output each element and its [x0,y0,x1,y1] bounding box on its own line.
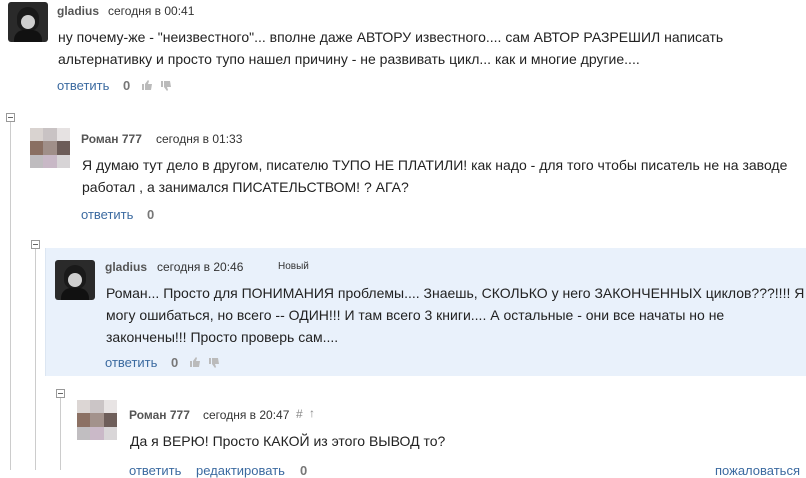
permalink-hash[interactable]: # [296,407,303,421]
comment-time[interactable]: сегодня в 00:41 [108,4,194,18]
comment-time[interactable]: сегодня в 01:33 [156,132,242,146]
vote-score: 0 [147,207,155,222]
thumbs-down-icon[interactable] [160,80,172,92]
reply-link[interactable]: ответить [129,463,181,478]
reply-link[interactable]: ответить [81,207,133,222]
edit-link[interactable]: редактировать [196,463,285,478]
comment-author[interactable]: Роман 777 [129,408,190,422]
comment-author[interactable]: Роман 777 [81,132,142,146]
comment-author[interactable]: gladius [105,260,147,274]
comment-roman-1: Роман 777 сегодня в 01:33 Я думаю тут де… [0,120,806,230]
vote-score: 0 [171,355,179,370]
thumbs-down-icon[interactable] [208,357,220,369]
comment-gladius-2: gladius сегодня в 20:46 Новый Роман... П… [0,248,806,376]
comment-author[interactable]: gladius [57,4,99,18]
avatar[interactable] [8,2,48,42]
avatar[interactable] [55,260,95,300]
vote-score: 0 [300,463,308,478]
thumbs-up-icon[interactable] [189,356,201,368]
complain-link[interactable]: пожаловаться [715,463,800,478]
comment-text: Роман... Просто для ПОНИМАНИЯ проблемы..… [106,285,805,345]
parent-arrow[interactable]: ↑ [309,406,315,420]
comment-text: Да я ВЕРЮ! Просто КАКОЙ из этого ВЫВОД т… [130,433,446,449]
comment-roman-2: Роман 777 сегодня в 20:47 # ↑ Да я ВЕРЮ!… [0,392,806,478]
comment-text: Я думаю тут дело в другом, писателю ТУПО… [82,157,788,195]
comment-time[interactable]: сегодня в 20:47 [203,408,289,422]
reply-link[interactable]: ответить [105,355,157,370]
vote-score: 0 [123,78,131,93]
avatar[interactable] [30,128,70,168]
avatar[interactable] [77,400,117,440]
comment-time[interactable]: сегодня в 20:46 [157,260,243,274]
thumbs-up-icon[interactable] [141,79,153,91]
new-badge: Новый [278,261,309,272]
comment-gladius-1: gladius сегодня в 00:41 ну почему-же - "… [0,0,806,100]
comment-text: ну почему-же - "неизвестного"... вполне … [58,29,724,67]
reply-link[interactable]: ответить [57,78,109,93]
